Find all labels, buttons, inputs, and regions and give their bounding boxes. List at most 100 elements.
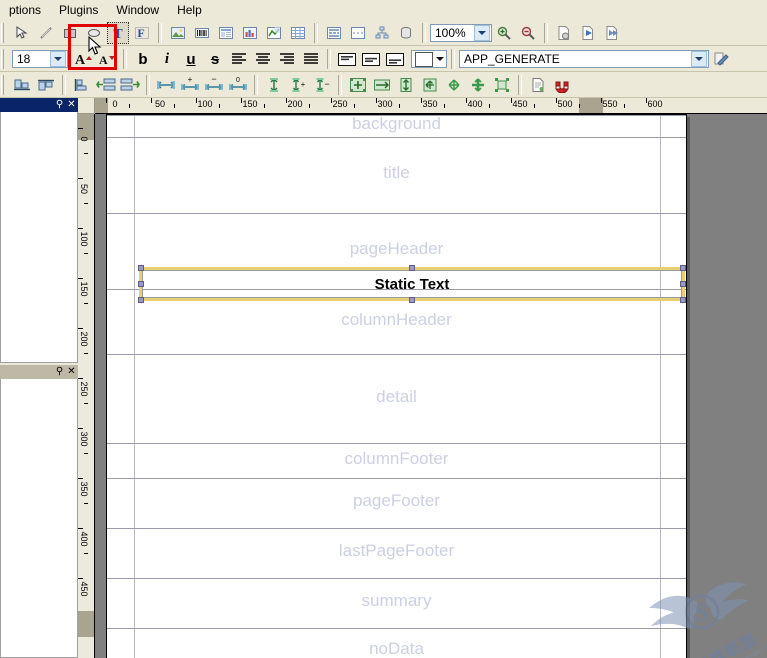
svg-text:−: − <box>324 79 329 89</box>
same-height-icon[interactable] <box>263 74 285 96</box>
valign-middle-button[interactable] <box>360 48 382 70</box>
valign-top-button[interactable] <box>336 48 358 70</box>
report-designer-canvas-area[interactable]: 0 50 100 150 200 250 300 350 400 450 500 550 600 0 50… <box>78 98 767 658</box>
align-justify-button[interactable] <box>300 48 322 70</box>
zoom-combo[interactable]: 100% <box>430 24 492 42</box>
band-divider[interactable] <box>107 628 686 629</box>
increase-h-space-icon[interactable]: + <box>179 74 201 96</box>
static-text-tool-icon[interactable]: T <box>107 22 129 44</box>
pin-icon[interactable]: ⚲ <box>55 367 64 377</box>
crosstab-tool-icon[interactable] <box>263 22 285 44</box>
horizontal-ruler[interactable]: 0 50 100 150 200 250 300 350 400 450 500 550 600 <box>95 98 767 114</box>
center-horizontally-icon[interactable] <box>347 74 369 96</box>
strikethrough-button[interactable]: s <box>204 48 226 70</box>
menu-plugins[interactable]: Plugins <box>50 1 107 19</box>
band-divider[interactable] <box>107 528 686 529</box>
toolbar-grip[interactable] <box>1 23 8 43</box>
break-tool-icon[interactable] <box>347 22 369 44</box>
band-divider[interactable] <box>107 115 686 116</box>
report-page[interactable]: background title pageHeader columnHeader det… <box>106 114 687 658</box>
stretch-icon[interactable] <box>491 74 513 96</box>
band-divider[interactable] <box>107 443 686 444</box>
ruler-minor-tick <box>398 104 400 108</box>
table-tool-icon[interactable] <box>287 22 309 44</box>
menu-help[interactable]: Help <box>168 1 211 19</box>
zoom-out-button[interactable] <box>517 22 539 44</box>
resize-handle-s[interactable] <box>409 297 415 303</box>
frame-tool-icon[interactable] <box>323 22 345 44</box>
edit-style-button[interactable] <box>710 48 732 70</box>
toolbar-grip[interactable] <box>1 49 8 69</box>
tree-tool-icon[interactable] <box>371 22 393 44</box>
zoom-in-button[interactable] <box>493 22 515 44</box>
image-tool-icon[interactable] <box>167 22 189 44</box>
font-size-combo[interactable]: 18 <box>12 50 68 68</box>
resize-handle-sw[interactable] <box>138 297 144 303</box>
select-tool-icon[interactable] <box>11 22 33 44</box>
subreport-tool-icon[interactable] <box>215 22 237 44</box>
move-left-icon[interactable] <box>95 74 117 96</box>
band-divider[interactable] <box>107 137 686 138</box>
align-right-button[interactable] <box>276 48 298 70</box>
menu-options[interactable]: ptions <box>0 1 50 19</box>
band-divider[interactable] <box>107 578 686 579</box>
rectangle-tool-icon[interactable] <box>59 22 81 44</box>
decrease-v-space-icon[interactable]: − <box>311 74 333 96</box>
barcode-tool-icon[interactable] <box>191 22 213 44</box>
resize-handle-e[interactable] <box>680 281 686 287</box>
align-left-edges-icon[interactable] <box>71 74 93 96</box>
snap-to-grid-icon[interactable] <box>551 74 573 96</box>
vertical-ruler[interactable]: 0 50 100 150 200 250 300 350 400 450 <box>78 114 95 658</box>
chevron-down-icon[interactable] <box>433 56 446 62</box>
increase-v-space-icon[interactable]: + <box>287 74 309 96</box>
align-top-edges-icon[interactable] <box>35 74 57 96</box>
database-tool-icon[interactable] <box>395 22 417 44</box>
toolbar-grip[interactable] <box>1 75 8 95</box>
close-icon[interactable]: ✕ <box>67 367 76 377</box>
page-properties-icon[interactable] <box>527 74 549 96</box>
resize-handle-nw[interactable] <box>138 265 144 271</box>
chart-tool-icon[interactable] <box>239 22 261 44</box>
italic-button[interactable]: i <box>156 48 178 70</box>
center-vertically-icon[interactable] <box>371 74 393 96</box>
preview-report-button[interactable] <box>577 22 599 44</box>
valign-bottom-button[interactable] <box>384 48 406 70</box>
pin-icon[interactable]: ⚲ <box>55 100 64 110</box>
ruler-tick <box>78 578 83 579</box>
resize-handle-ne[interactable] <box>680 265 686 271</box>
size-to-fit-icon[interactable] <box>467 74 489 96</box>
text-field-tool-icon[interactable]: F <box>131 22 153 44</box>
resize-handle-w[interactable] <box>138 281 144 287</box>
move-right-icon[interactable] <box>119 74 141 96</box>
chevron-down-icon[interactable] <box>474 25 490 41</box>
chevron-down-icon[interactable] <box>691 51 707 67</box>
panel-content[interactable] <box>0 112 78 363</box>
bold-button[interactable]: b <box>132 48 154 70</box>
chevron-down-icon[interactable] <box>50 51 66 67</box>
align-left-button[interactable] <box>228 48 250 70</box>
style-combo[interactable]: APP_GENERATE <box>459 50 709 68</box>
grow-height-icon[interactable] <box>419 74 441 96</box>
resize-handle-se[interactable] <box>680 297 686 303</box>
band-divider[interactable] <box>107 354 686 355</box>
line-tool-icon[interactable] <box>35 22 57 44</box>
underline-button[interactable]: u <box>180 48 202 70</box>
band-divider[interactable] <box>107 478 686 479</box>
align-bottom-edges-icon[interactable] <box>11 74 33 96</box>
panel-content[interactable] <box>0 379 78 658</box>
resize-handle-n[interactable] <box>409 265 415 271</box>
menu-window[interactable]: Window <box>107 1 168 19</box>
fit-band-icon[interactable] <box>395 74 417 96</box>
shrink-width-icon[interactable] <box>443 74 465 96</box>
close-icon[interactable]: ✕ <box>67 100 76 110</box>
decrease-h-space-icon[interactable]: − <box>203 74 225 96</box>
band-divider[interactable] <box>107 213 686 214</box>
compile-report-button[interactable] <box>553 22 575 44</box>
run-report-button[interactable] <box>601 22 623 44</box>
remove-h-space-icon[interactable]: 0 <box>227 74 249 96</box>
align-center-button[interactable] <box>252 48 274 70</box>
static-text-element[interactable]: Static Text <box>138 265 686 303</box>
toolbar-separator <box>338 75 342 95</box>
same-width-icon[interactable] <box>155 74 177 96</box>
fill-color-swatch[interactable] <box>411 50 447 68</box>
